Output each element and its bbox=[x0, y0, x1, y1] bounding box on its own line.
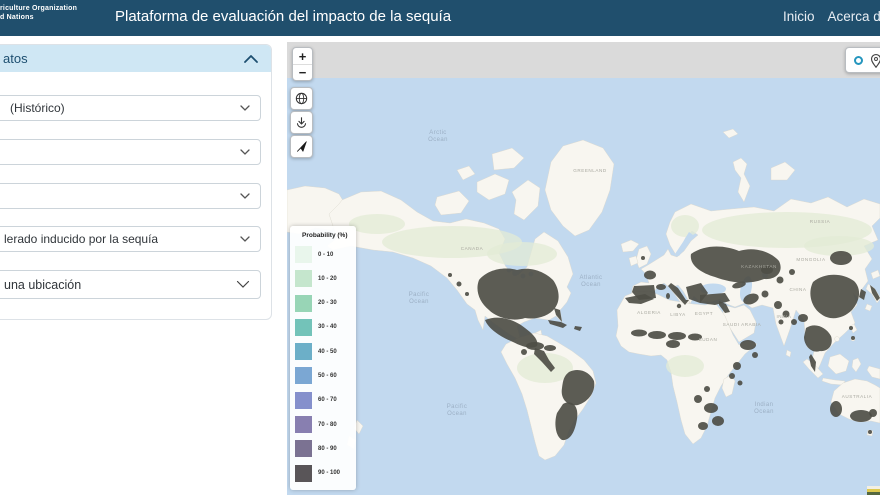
legend-label: 10 - 20 bbox=[318, 276, 337, 282]
download-icon bbox=[293, 114, 310, 131]
world-map[interactable]: ArcticOcean PacificOcean AtlanticOcean Paci… bbox=[287, 42, 880, 495]
panel-title: atos bbox=[3, 51, 28, 66]
legend-row: 60 - 70 bbox=[295, 392, 356, 409]
country-label: INDIA bbox=[776, 314, 791, 319]
legend-swatch bbox=[295, 270, 312, 287]
zoom-out-button[interactable]: − bbox=[293, 64, 312, 80]
locate-button[interactable] bbox=[290, 135, 313, 158]
location-select[interactable]: una ubicación bbox=[0, 270, 261, 299]
legend-label: 30 - 40 bbox=[318, 324, 337, 330]
download-button[interactable] bbox=[290, 111, 313, 134]
country-label: KAZAKHSTAN bbox=[741, 264, 777, 269]
legend-swatch bbox=[295, 416, 312, 433]
legend-label: 0 - 10 bbox=[318, 252, 333, 258]
panel-body: (Histórico) lerado inducido por la sequí… bbox=[0, 72, 271, 299]
dataset-dropdown-value: (Histórico) bbox=[10, 101, 65, 115]
nav-item-inicio[interactable]: Inicio bbox=[783, 9, 815, 24]
country-label: RUSSIA bbox=[810, 219, 831, 224]
chevron-down-icon bbox=[240, 236, 250, 242]
legend-title: Probability (%) bbox=[302, 232, 356, 239]
chevron-down-icon bbox=[240, 193, 250, 199]
location-select-value: una ubicación bbox=[4, 278, 81, 292]
map-pin-icon[interactable] bbox=[870, 53, 880, 68]
ocean-label: AtlanticOcean bbox=[580, 275, 603, 288]
legend-rows: 0 - 10 10 - 20 20 - 30 30 - 40 40 - 50 50 - 6… bbox=[295, 246, 356, 482]
legend-row: 90 - 100 bbox=[295, 465, 356, 482]
legend-row: 30 - 40 bbox=[295, 319, 356, 336]
legend-swatch bbox=[295, 319, 312, 336]
app-header: riculture Organization d Nations Platafo… bbox=[0, 0, 880, 36]
impact-dropdown-value: lerado inducido por la sequía bbox=[4, 232, 158, 246]
legend-row: 50 - 60 bbox=[295, 367, 356, 384]
legend-label: 90 - 100 bbox=[318, 470, 340, 476]
country-label: CHINA bbox=[789, 287, 806, 292]
country-label: AUSTRALIA bbox=[842, 394, 873, 399]
chevron-down-icon bbox=[236, 280, 250, 289]
country-label: GREENLAND bbox=[573, 168, 607, 173]
chevron-down-icon bbox=[240, 105, 250, 111]
tile-void-band bbox=[287, 42, 880, 78]
ocean-label: ArcticOcean bbox=[428, 130, 448, 143]
fao-logo: riculture Organization d Nations bbox=[0, 5, 77, 22]
fao-logo-line1: riculture Organization bbox=[0, 5, 77, 14]
legend-label: 40 - 50 bbox=[318, 349, 337, 355]
country-label: ALGERIA bbox=[637, 310, 661, 315]
country-label: SUDAN bbox=[699, 337, 718, 342]
header-nav: InicioAcerca deH bbox=[783, 9, 880, 24]
legend-swatch bbox=[295, 295, 312, 312]
legend-swatch bbox=[295, 392, 312, 409]
legend-swatch bbox=[295, 367, 312, 384]
country-label: SAUDI ARABIA bbox=[723, 322, 762, 327]
ocean-label: PacificOcean bbox=[409, 292, 429, 305]
country-label: CANADA bbox=[461, 246, 484, 251]
country-label: MONGOLIA bbox=[796, 257, 826, 262]
country-label: LIBYA bbox=[670, 312, 686, 317]
legend-row: 80 - 90 bbox=[295, 440, 356, 457]
legend-label: 70 - 80 bbox=[318, 422, 337, 428]
fao-logo-line2: d Nations bbox=[0, 14, 77, 23]
globe-icon bbox=[293, 90, 310, 107]
nav-item-acerca-de[interactable]: Acerca de bbox=[828, 9, 880, 24]
legend-row: 70 - 80 bbox=[295, 416, 356, 433]
impact-dropdown[interactable]: lerado inducido por la sequía bbox=[0, 226, 261, 252]
legend-label: 50 - 60 bbox=[318, 373, 337, 379]
navigation-arrow-icon bbox=[293, 138, 310, 155]
legend-row: 0 - 10 bbox=[295, 246, 356, 263]
page: riculture Organization d Nations Platafo… bbox=[0, 0, 880, 495]
legend-label: 80 - 90 bbox=[318, 446, 337, 452]
chevron-down-icon bbox=[240, 149, 250, 155]
ocean-label: PacificOcean bbox=[447, 404, 467, 417]
dataset-dropdown[interactable]: (Histórico) bbox=[0, 95, 261, 121]
legend-swatch bbox=[295, 465, 312, 482]
zoom-in-button[interactable]: + bbox=[293, 48, 312, 64]
chevron-up-icon bbox=[243, 54, 259, 64]
legend-row: 20 - 30 bbox=[295, 295, 356, 312]
zoom-control: + − bbox=[292, 47, 313, 81]
legend-swatch bbox=[295, 440, 312, 457]
marker-toggle-control[interactable] bbox=[845, 47, 880, 73]
basemap-globe-button[interactable] bbox=[290, 87, 313, 110]
probability-legend: Probability (%) 0 - 10 10 - 20 20 - 30 30 -… bbox=[290, 226, 356, 490]
period-dropdown[interactable] bbox=[0, 183, 261, 209]
legend-swatch bbox=[295, 246, 312, 263]
country-label: EGYPT bbox=[695, 311, 713, 316]
toggle-dot-icon[interactable] bbox=[854, 56, 863, 65]
map-corner-logo bbox=[867, 486, 880, 495]
legend-row: 10 - 20 bbox=[295, 270, 356, 287]
panel-header[interactable]: atos bbox=[0, 45, 271, 72]
legend-label: 60 - 70 bbox=[318, 397, 337, 403]
legend-row: 40 - 50 bbox=[295, 343, 356, 360]
page-title: Plataforma de evaluación del impacto de … bbox=[115, 8, 451, 25]
map-canvas: ArcticOcean PacificOcean AtlanticOcean Paci… bbox=[287, 42, 880, 495]
data-selection-panel: atos (Histórico) bbox=[0, 44, 272, 320]
legend-swatch bbox=[295, 343, 312, 360]
parameter-dropdown[interactable] bbox=[0, 139, 261, 165]
legend-label: 20 - 30 bbox=[318, 300, 337, 306]
ocean-label: IndianOcean bbox=[754, 402, 774, 415]
